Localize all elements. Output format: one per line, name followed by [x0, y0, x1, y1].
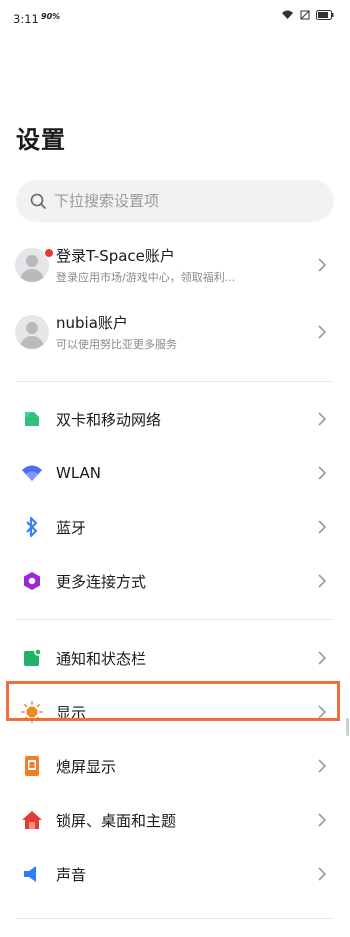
account-subtitle: 可以使用努比亚更多服务	[56, 338, 177, 351]
highlight-box	[6, 681, 340, 721]
search-bar[interactable]	[16, 180, 334, 222]
settings-item-label: WLAN	[56, 464, 102, 482]
search-input[interactable]	[52, 191, 296, 211]
chevron-right-icon	[308, 325, 336, 339]
chevron-right-icon	[308, 651, 336, 665]
chevron-right-icon	[308, 412, 336, 426]
battery-icon	[316, 10, 334, 20]
speaker-icon	[8, 864, 56, 884]
account-subtitle: 登录应用市场/游戏中心，领取福利...	[56, 271, 236, 284]
avatar	[15, 315, 49, 349]
account-label: 登录T-Space账户	[56, 247, 175, 265]
account-row-tspace[interactable]: 登录T-Space账户 登录应用市场/游戏中心，领取福利...	[0, 239, 350, 291]
status-time: 3:11	[13, 12, 39, 26]
sim-status-icon	[300, 10, 310, 20]
chevron-right-icon	[308, 813, 336, 827]
page-title: 设置	[16, 126, 66, 154]
chevron-right-icon	[308, 759, 336, 773]
settings-item-more-connections[interactable]: 更多连接方式	[0, 555, 350, 607]
divider	[16, 619, 334, 620]
chevron-right-icon	[308, 520, 336, 534]
settings-item-sound[interactable]: 声音	[0, 848, 350, 900]
account-label: nubia账户	[56, 314, 128, 332]
settings-item-label: 更多连接方式	[56, 572, 147, 591]
chevron-right-icon	[308, 258, 336, 272]
settings-item-dual-sim[interactable]: 双卡和移动网络	[0, 393, 350, 445]
home-theme-icon	[8, 810, 56, 830]
sim-card-icon	[8, 409, 56, 429]
bluetooth-icon	[8, 516, 56, 538]
chevron-right-icon	[308, 466, 336, 480]
more-connections-icon	[8, 571, 56, 591]
aod-icon	[8, 755, 56, 777]
wifi-status-icon	[282, 10, 293, 19]
settings-item-bluetooth[interactable]: 蓝牙	[0, 501, 350, 553]
settings-item-lockscreen-theme[interactable]: 锁屏、桌面和主题	[0, 794, 350, 846]
status-icons	[281, 10, 334, 20]
divider	[16, 381, 334, 382]
status-bar: 3:11 90%	[0, 0, 350, 36]
settings-item-label: 锁屏、桌面和主题	[56, 811, 177, 830]
scrollbar[interactable]	[346, 718, 349, 736]
settings-item-label: 双卡和移动网络	[56, 410, 162, 429]
chevron-right-icon	[308, 867, 336, 881]
settings-item-label: 通知和状态栏	[56, 649, 147, 668]
settings-item-label: 熄屏显示	[56, 757, 117, 776]
notification-icon	[8, 648, 56, 668]
account-row-nubia[interactable]: nubia账户 可以使用努比亚更多服务	[0, 306, 350, 358]
network-speed: 90%	[41, 12, 61, 21]
divider	[16, 918, 334, 919]
wifi-icon	[8, 464, 56, 482]
notification-dot	[44, 248, 54, 258]
settings-item-label: 声音	[56, 865, 87, 884]
settings-item-label: 蓝牙	[56, 518, 87, 537]
settings-item-aod[interactable]: 熄屏显示	[0, 740, 350, 792]
chevron-right-icon	[308, 574, 336, 588]
search-icon	[30, 193, 46, 209]
settings-item-notifications[interactable]: 通知和状态栏	[0, 632, 350, 684]
settings-item-wlan[interactable]: WLAN	[0, 447, 350, 499]
